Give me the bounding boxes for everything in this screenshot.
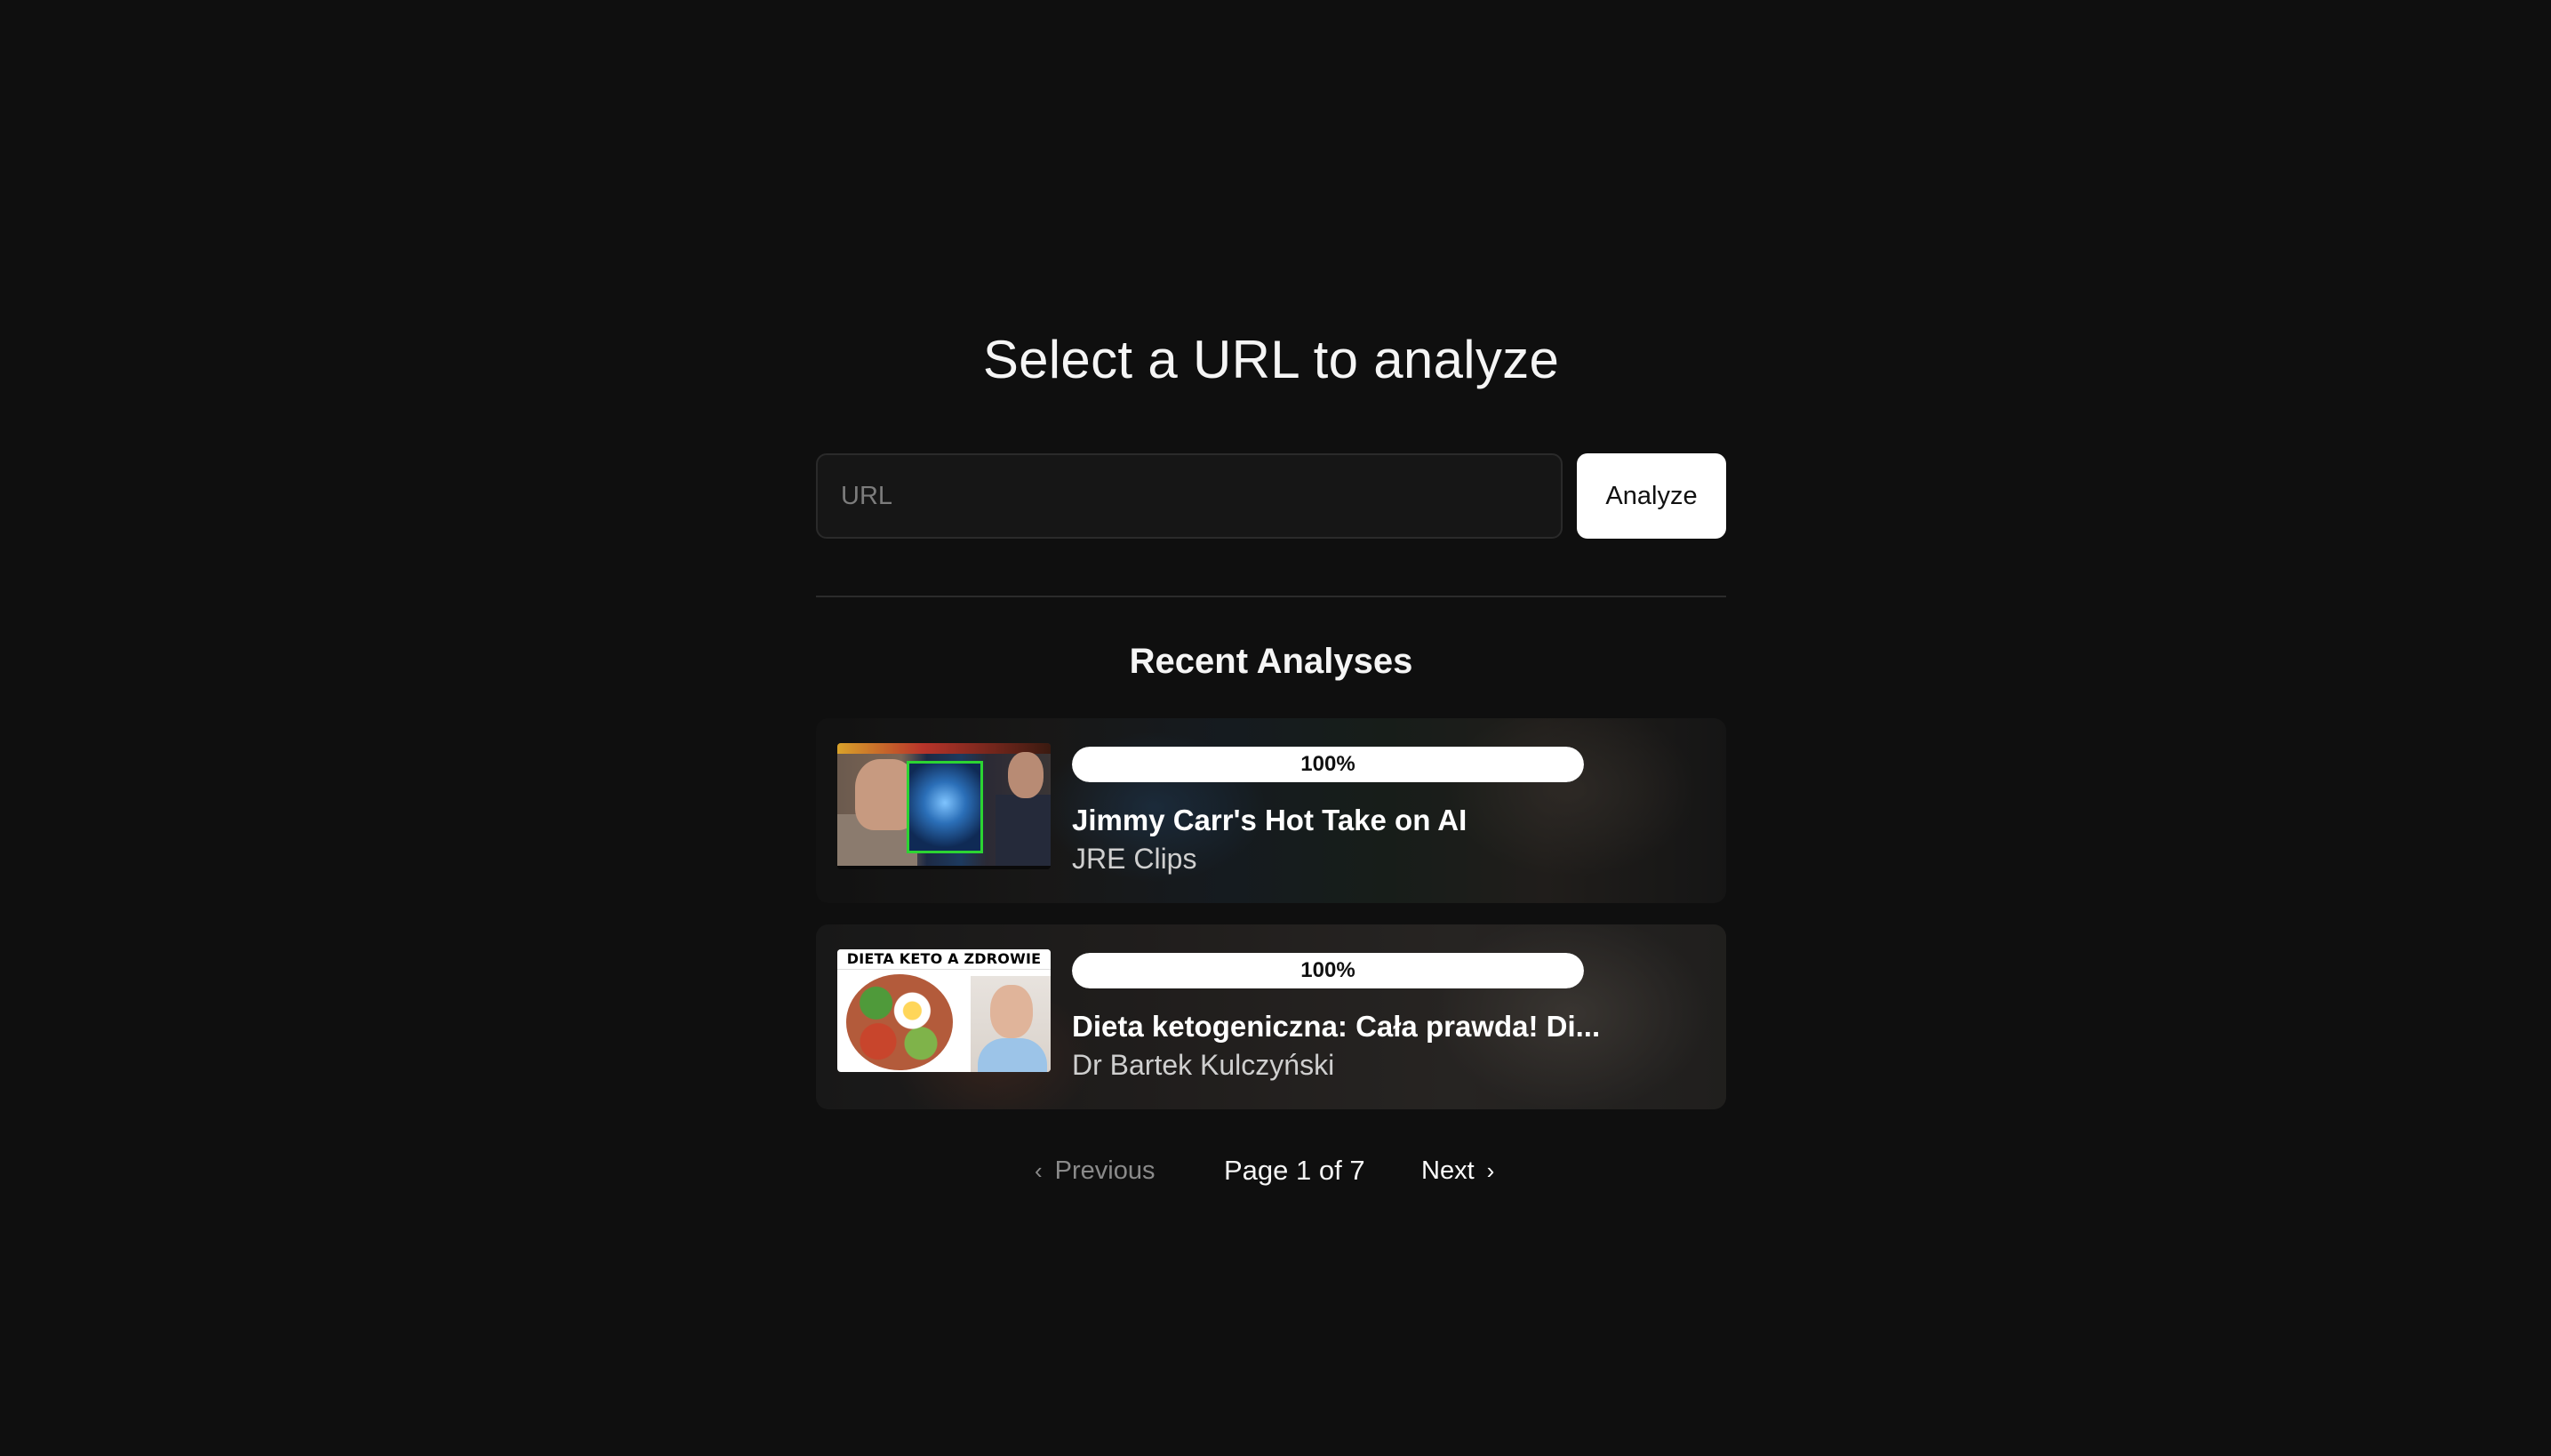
analyze-button[interactable]: Analyze bbox=[1577, 453, 1726, 539]
previous-button[interactable]: ‹ Previous bbox=[1035, 1148, 1156, 1193]
analysis-card[interactable]: 100% Jimmy Carr's Hot Take on AI JRE Cli… bbox=[816, 718, 1726, 903]
chevron-right-icon: › bbox=[1486, 1157, 1495, 1184]
analysis-card[interactable]: DIETA KETO A ZDROWIE 100% Dieta ketogeni… bbox=[816, 924, 1726, 1109]
next-button[interactable]: Next › bbox=[1421, 1148, 1494, 1193]
channel-name: Dr Bartek Kulczyński bbox=[1072, 1049, 1335, 1081]
progress-bar: 100% bbox=[1072, 953, 1584, 988]
pagination: ‹ Previous Page 1 of 7 Next › bbox=[816, 1148, 1726, 1193]
url-input[interactable] bbox=[816, 453, 1563, 539]
progress-label: 100% bbox=[1300, 958, 1355, 982]
video-thumbnail: DIETA KETO A ZDROWIE bbox=[837, 949, 1051, 1072]
thumbnail-text: DIETA KETO A ZDROWIE bbox=[837, 949, 1051, 970]
video-title: Dieta ketogeniczna: Cała prawda! Di... bbox=[1072, 1010, 1601, 1043]
page-info: Page 1 of 7 bbox=[1224, 1155, 1365, 1186]
progress-label: 100% bbox=[1300, 752, 1355, 776]
page-title: Select a URL to analyze bbox=[982, 330, 1560, 389]
page: Select a URL to analyze Analyze Recent A… bbox=[0, 0, 2551, 1456]
video-title: Jimmy Carr's Hot Take on AI bbox=[1072, 804, 1467, 836]
recent-analyses-heading: Recent Analyses bbox=[1129, 642, 1413, 681]
previous-label: Previous bbox=[1054, 1156, 1156, 1185]
chevron-left-icon: ‹ bbox=[1035, 1157, 1043, 1184]
video-thumbnail bbox=[837, 743, 1051, 869]
next-label: Next bbox=[1421, 1156, 1475, 1185]
divider bbox=[816, 596, 1726, 597]
channel-name: JRE Clips bbox=[1072, 843, 1197, 875]
url-form: Analyze bbox=[816, 453, 1726, 539]
progress-bar: 100% bbox=[1072, 747, 1584, 782]
